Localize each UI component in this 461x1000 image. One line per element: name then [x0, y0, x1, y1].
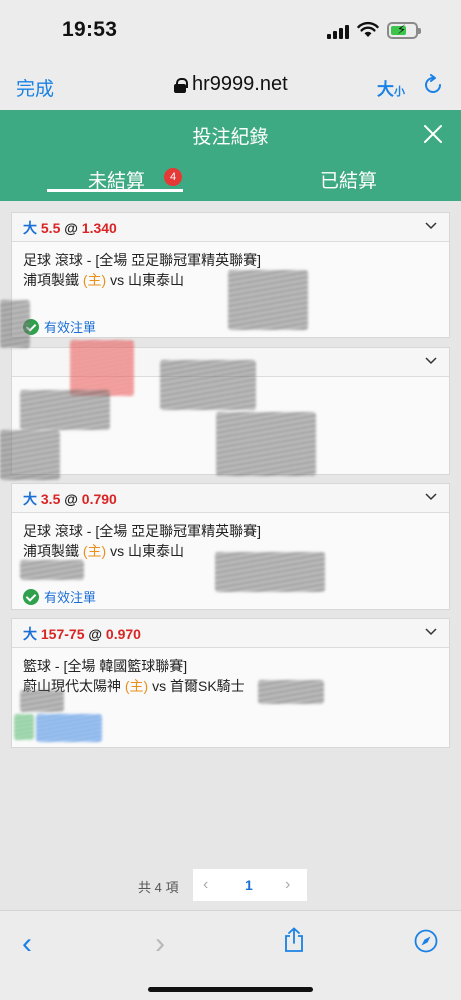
bet-odds: 0.790: [81, 491, 117, 507]
redaction-mark: [160, 360, 256, 410]
current-page[interactable]: 1: [245, 877, 253, 893]
bet-side: 大: [23, 626, 37, 642]
bet-summary: 大 5.5 @ 1.340: [23, 218, 117, 238]
redaction-mark: [20, 560, 84, 580]
compass-icon[interactable]: [414, 929, 438, 953]
tab-settled[interactable]: 已結算: [320, 166, 377, 193]
signal-icon: [327, 25, 351, 39]
close-icon[interactable]: [422, 123, 444, 145]
check-icon: [23, 588, 39, 605]
text-size-big: 大: [377, 80, 394, 99]
bet-handicap: 3.5: [40, 491, 61, 507]
away-team: 山東泰山: [128, 272, 184, 288]
bet-at: @: [88, 626, 103, 642]
browser-address-bar: 完成 hr9999.net 大小: [0, 62, 461, 110]
bet-status: 有效注單: [23, 317, 96, 336]
next-page-button[interactable]: ›: [285, 876, 290, 894]
page-title: 投注紀錄: [192, 127, 269, 148]
active-tab-indicator: [47, 189, 183, 192]
redaction-mark: [228, 270, 308, 330]
redaction-mark: [215, 552, 325, 592]
text-size-button[interactable]: 大小: [377, 75, 405, 100]
bet-at: @: [64, 491, 78, 507]
battery-icon: ⚡: [387, 22, 421, 39]
bet-handicap: 157-75: [40, 626, 85, 642]
back-button[interactable]: ‹: [22, 927, 32, 961]
prev-page-button[interactable]: ‹: [203, 876, 208, 894]
redaction-mark: [216, 412, 316, 476]
bet-card-header[interactable]: 大 157-75 @ 0.970: [12, 619, 449, 648]
league-name: 籃球 - [全場 韓國籃球聯賽]: [23, 658, 188, 674]
bet-card-header[interactable]: 大 3.5 @ 0.790: [12, 484, 449, 513]
bet-odds: 0.970: [105, 626, 141, 642]
bet-odds: 1.340: [81, 220, 117, 236]
lock-icon: [174, 77, 188, 93]
status-time: 19:53: [62, 18, 118, 41]
pending-count-badge: 4: [164, 168, 182, 186]
bet-summary: 大 3.5 @ 0.790: [23, 489, 117, 509]
chevron-down-icon[interactable]: [424, 354, 438, 368]
home-team: 浦項製鐵: [23, 543, 79, 559]
bet-side: 大: [23, 220, 37, 236]
league-name: 足球 滾球 - [全場 亞足聯冠軍精英聯賽]: [23, 252, 261, 268]
bet-handicap: 5.5: [40, 220, 61, 236]
vs-label: vs: [110, 543, 125, 559]
reload-icon[interactable]: [422, 74, 444, 96]
redaction-mark: [0, 300, 30, 348]
bet-card-header[interactable]: 大 5.5 @ 1.340: [12, 213, 449, 242]
status-bar: 19:53 ⚡: [0, 0, 461, 62]
done-button[interactable]: 完成: [16, 74, 54, 101]
url-text: hr9999.net: [192, 73, 288, 95]
bet-summary: 大 157-75 @ 0.970: [23, 624, 141, 644]
redaction-mark: [258, 680, 324, 704]
redaction-mark: [14, 714, 34, 740]
match-teams: 蔚山現代太陽神 (主) vs 首爾SK騎士: [23, 676, 438, 696]
chevron-down-icon[interactable]: [424, 625, 438, 639]
text-size-small: 小: [394, 86, 405, 98]
away-team: 山東泰山: [128, 543, 184, 559]
bet-status-label: 有效注單: [44, 320, 97, 335]
url-field[interactable]: hr9999.net: [174, 73, 288, 96]
home-tag: (主): [82, 272, 107, 288]
redaction-mark: [70, 340, 134, 396]
bet-at: @: [64, 220, 78, 236]
vs-label: vs: [110, 272, 125, 288]
bet-status: 有效注單: [23, 587, 96, 606]
home-indicator: [148, 987, 313, 992]
league-name: 足球 滾球 - [全場 亞足聯冠軍精英聯賽]: [23, 523, 261, 539]
chevron-down-icon[interactable]: [424, 490, 438, 504]
home-tag: (主): [124, 678, 149, 694]
share-icon[interactable]: [283, 927, 305, 953]
chevron-down-icon[interactable]: [424, 219, 438, 233]
vs-label: vs: [152, 678, 167, 694]
redaction-mark: [0, 430, 60, 480]
redaction-mark: [20, 690, 64, 712]
pagination: ‹ 1 ›: [193, 869, 307, 901]
redaction-mark: [20, 390, 110, 430]
forward-button[interactable]: ›: [155, 927, 165, 961]
away-team: 首爾SK騎士: [170, 678, 245, 694]
wifi-icon: [357, 21, 379, 37]
bet-status-label: 有效注單: [44, 590, 97, 605]
home-tag: (主): [82, 543, 107, 559]
home-team: 浦項製鐵: [23, 272, 79, 288]
app-header: 投注紀錄: [0, 110, 461, 158]
pagination-total: 共 4 項: [138, 880, 179, 895]
tab-bar: 未結算 4 已結算: [0, 158, 461, 201]
bet-side: 大: [23, 491, 37, 507]
redaction-mark: [36, 714, 102, 742]
